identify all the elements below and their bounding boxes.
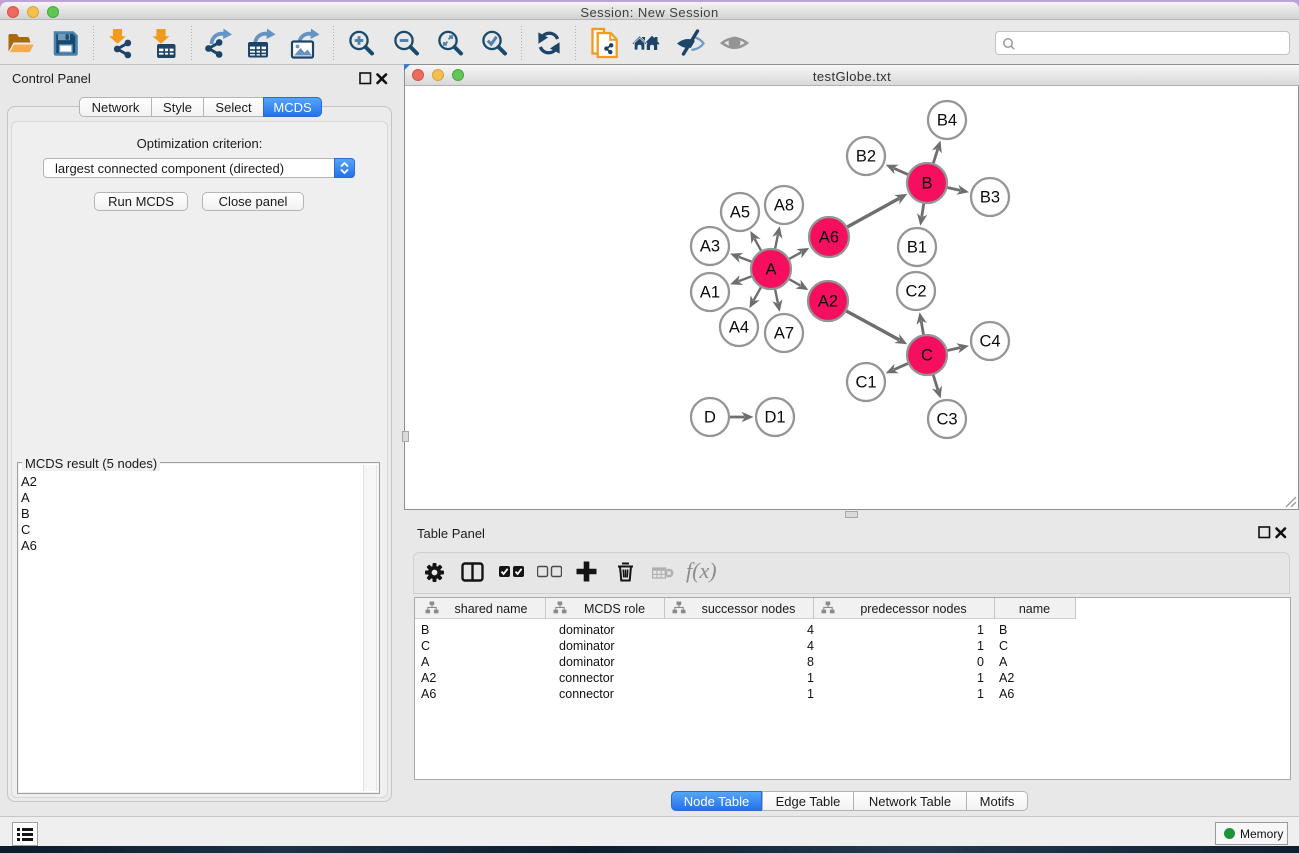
svg-text:A2: A2 [818, 293, 838, 311]
svg-text:A8: A8 [774, 197, 794, 215]
svg-text:C2: C2 [905, 283, 926, 301]
svg-text:B4: B4 [937, 112, 957, 130]
svg-text:B2: B2 [856, 148, 876, 166]
svg-text:D: D [704, 409, 716, 427]
svg-text:A: A [765, 261, 776, 279]
svg-text:C1: C1 [855, 374, 876, 392]
svg-text:D1: D1 [764, 409, 785, 427]
svg-text:A1: A1 [700, 284, 720, 302]
svg-text:B: B [921, 175, 932, 193]
svg-text:C: C [921, 347, 933, 365]
svg-text:A7: A7 [774, 325, 794, 343]
svg-text:C4: C4 [979, 333, 1000, 351]
svg-text:B1: B1 [907, 239, 927, 257]
svg-text:A3: A3 [700, 238, 720, 256]
svg-text:B3: B3 [980, 189, 1000, 207]
svg-text:A6: A6 [819, 229, 839, 247]
svg-text:A4: A4 [729, 319, 749, 337]
svg-text:A5: A5 [730, 204, 750, 222]
svg-text:C3: C3 [936, 411, 957, 429]
